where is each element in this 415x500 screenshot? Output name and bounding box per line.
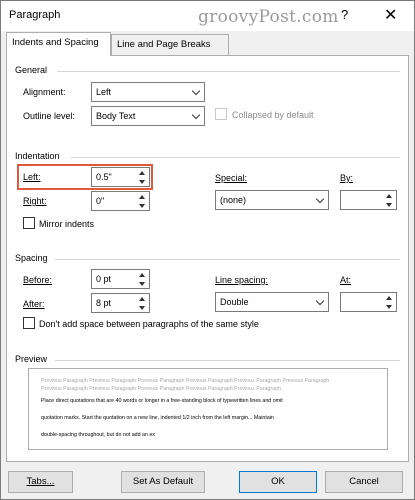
outline-level-select[interactable]: Body Text [91, 106, 205, 126]
line-spacing-label: Line spacing: [215, 275, 269, 285]
preview-text-line: double-spacing throughout, but do not ad… [41, 432, 155, 438]
right-indent-input[interactable]: 0" [91, 191, 150, 211]
divider [71, 157, 400, 158]
collapsed-by-default-checkbox[interactable] [215, 108, 227, 120]
section-general-title: General [15, 65, 48, 75]
spin-up-icon[interactable] [135, 168, 149, 177]
section-spacing-title: Spacing [15, 253, 48, 263]
help-button[interactable]: ? [341, 7, 348, 22]
watermark-logo: groovyPost.com [198, 7, 339, 27]
after-input[interactable]: 8 pt [91, 293, 150, 313]
chevron-down-icon[interactable] [311, 293, 328, 311]
divider [55, 360, 400, 361]
divider [57, 71, 400, 72]
before-input[interactable]: 0 pt [91, 269, 150, 289]
left-indent-input[interactable]: 0.5" [91, 167, 150, 187]
section-preview-title: Preview [15, 354, 48, 364]
tab-indents-and-spacing[interactable]: Indents and Spacing [6, 32, 111, 56]
dialog-title: Paragraph [9, 9, 61, 21]
tabs-button-label: Tabs... [26, 476, 55, 487]
spin-down-icon[interactable] [382, 302, 396, 311]
by-input[interactable] [340, 190, 397, 210]
by-label: By: [340, 173, 354, 183]
cancel-button[interactable]: Cancel [325, 471, 403, 493]
set-as-default-button[interactable]: Set As Default [121, 471, 205, 493]
preview-text-line: quotation marks. Start the quotation on … [41, 415, 274, 421]
outline-level-label: Outline level: [23, 111, 76, 121]
spin-down-icon[interactable] [135, 201, 149, 210]
mirror-indents-checkbox[interactable] [23, 217, 35, 229]
collapsed-by-default-label: Collapsed by default [232, 110, 314, 120]
chevron-down-icon[interactable] [187, 83, 204, 101]
at-stepper[interactable] [382, 293, 396, 311]
ok-button[interactable]: OK [239, 471, 317, 493]
tab-label: Indents and Spacing [12, 37, 99, 48]
spin-up-icon[interactable] [135, 294, 149, 303]
dont-add-space-label: Don't add space between paragraphs of th… [39, 319, 259, 329]
preview-text-line: Place direct quotations that are 40 word… [41, 398, 283, 404]
title-bar: Paragraph groovyPost.com ? ✕ [1, 1, 414, 31]
before-stepper[interactable] [135, 270, 149, 288]
right-indent-label: Right: [23, 196, 47, 206]
spin-down-icon[interactable] [382, 200, 396, 209]
chevron-down-icon[interactable] [311, 191, 328, 209]
before-label: Before: [23, 275, 53, 285]
after-stepper[interactable] [135, 294, 149, 312]
special-label: Special: [215, 173, 248, 183]
alignment-label: Alignment: [23, 87, 66, 97]
cancel-label: Cancel [349, 476, 379, 487]
right-indent-stepper[interactable] [135, 192, 149, 210]
set-as-default-label: Set As Default [132, 476, 194, 487]
spin-down-icon[interactable] [135, 279, 149, 288]
close-button[interactable]: ✕ [384, 5, 397, 25]
spin-down-icon[interactable] [135, 303, 149, 312]
tab-label: Line and Page Breaks [117, 39, 211, 50]
paragraph-dialog: Paragraph groovyPost.com ? ✕ Indents and… [0, 0, 415, 500]
alignment-value: Left [96, 87, 112, 97]
spin-up-icon[interactable] [382, 293, 396, 302]
spin-down-icon[interactable] [135, 177, 149, 186]
tab-line-and-page-breaks[interactable]: Line and Page Breaks [111, 34, 229, 56]
at-label: At: [340, 275, 352, 285]
preview-previous-line: Previous Paragraph Previous Paragraph Pr… [41, 386, 281, 392]
spin-up-icon[interactable] [135, 192, 149, 201]
left-indent-value: 0.5" [96, 172, 112, 182]
special-select[interactable]: (none) [215, 190, 329, 210]
chevron-down-icon[interactable] [187, 107, 204, 125]
preview-previous-line: Previous Paragraph Previous Paragraph Pr… [41, 378, 330, 384]
tabs-button[interactable]: Tabs... [8, 471, 73, 493]
by-stepper[interactable] [382, 191, 396, 209]
after-value: 8 pt [96, 298, 112, 308]
tab-panel: General Alignment: Left Outline level: B… [6, 55, 409, 462]
ok-label: OK [271, 476, 285, 487]
left-indent-label: Left: [23, 172, 41, 182]
line-spacing-value: Double [220, 297, 249, 307]
at-input[interactable] [340, 292, 397, 312]
after-label: After: [23, 299, 45, 309]
mirror-indents-label: Mirror indents [39, 219, 95, 229]
spin-up-icon[interactable] [382, 191, 396, 200]
section-indentation-title: Indentation [15, 151, 60, 161]
dont-add-space-checkbox[interactable] [23, 317, 35, 329]
before-value: 0 pt [96, 274, 112, 284]
divider [55, 259, 400, 260]
right-indent-value: 0" [96, 196, 105, 206]
outline-level-value: Body Text [96, 111, 136, 121]
alignment-select[interactable]: Left [91, 82, 205, 102]
left-indent-stepper[interactable] [135, 168, 149, 186]
spin-up-icon[interactable] [135, 270, 149, 279]
preview-pane: Previous Paragraph Previous Paragraph Pr… [28, 368, 388, 450]
special-value: (none) [220, 195, 247, 205]
line-spacing-select[interactable]: Double [215, 292, 329, 312]
